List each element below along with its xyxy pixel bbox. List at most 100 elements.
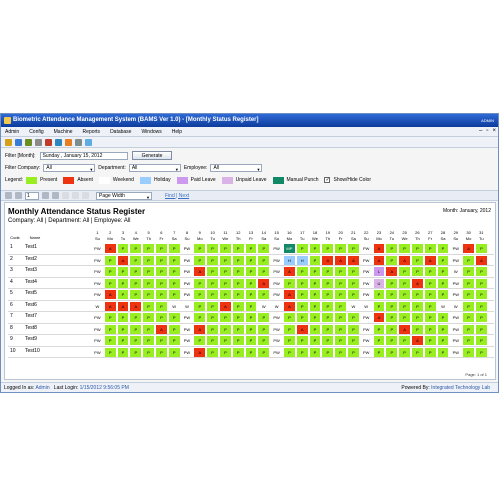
attendance-cell: P: [335, 347, 346, 357]
attendance-cell: P: [220, 244, 231, 253]
menu-machine[interactable]: Machine: [54, 129, 73, 135]
print-icon[interactable]: [45, 138, 52, 146]
attendance-cell: P: [463, 347, 474, 357]
attendance-cell: P: [424, 336, 436, 345]
attendance-cell: P: [168, 347, 180, 357]
minimize-icon[interactable]: –: [479, 128, 482, 134]
attendance-cell: P: [168, 244, 180, 253]
attendance-cell: P: [322, 244, 334, 253]
row-code: 8: [10, 324, 13, 331]
attendance-cell: W: [258, 301, 270, 311]
menu-config[interactable]: Config: [29, 129, 43, 135]
attendance-cell: P: [156, 336, 167, 345]
backup-icon[interactable]: [75, 138, 82, 146]
zoom-select[interactable]: Page Width ▼: [96, 191, 152, 200]
day-header: 13: [248, 230, 254, 235]
print-report-icon[interactable]: [72, 192, 79, 199]
attendance-cell: W: [181, 301, 193, 311]
attendance-cell: P: [399, 267, 410, 276]
attendance-cell: P: [168, 255, 180, 265]
attendance-cell: P: [258, 336, 270, 345]
attendance-cell: P: [117, 313, 129, 322]
attendance-cell: P: [399, 290, 410, 299]
attendance-cell: A: [156, 324, 167, 334]
attendance-cell: PW: [360, 347, 372, 357]
attendance-cell: P: [168, 313, 180, 322]
weekday-header: Mo: [376, 236, 382, 241]
attendance-cell: A: [284, 267, 295, 276]
filter-bar: Filter Company: All ▼ Department: All ▼ Em…: [1, 163, 498, 173]
menu-help[interactable]: Help: [172, 129, 182, 135]
attendance-cell: P: [348, 336, 359, 345]
row-code: 1: [10, 244, 13, 250]
row-name: Test8: [25, 324, 37, 331]
menu-admin[interactable]: Admin: [5, 129, 19, 135]
date-picker[interactable]: Sunday , January 15, 2012: [39, 151, 128, 160]
menu-windows[interactable]: Windows: [141, 129, 161, 135]
save-icon[interactable]: [55, 138, 62, 146]
prev-page-icon[interactable]: [15, 192, 22, 199]
export-icon[interactable]: [82, 192, 89, 199]
last-page-icon[interactable]: [52, 192, 59, 199]
attendance-cell: PW: [92, 255, 103, 265]
find-next-link[interactable]: Find | Next: [165, 193, 189, 199]
powered-label: Powered By:: [401, 385, 430, 391]
attendance-cell: P: [335, 244, 346, 253]
attendance-cell: PW: [92, 324, 103, 334]
zoom-value: Page Width: [99, 192, 125, 199]
company-select[interactable]: All ▼: [43, 164, 96, 172]
attendance-cell: P: [104, 267, 116, 276]
attendance-cell: P: [309, 313, 321, 322]
attendance-cell: P: [117, 290, 129, 299]
attendance-cell: P: [232, 313, 244, 322]
weekday-header: Mo: [465, 236, 472, 241]
machine-icon[interactable]: [25, 138, 32, 146]
row-name: Test4: [25, 278, 37, 285]
attendance-cell: P: [386, 278, 398, 288]
row-code: 10: [10, 347, 16, 354]
restore-icon[interactable]: ▫: [486, 128, 488, 134]
employee-select[interactable]: All ▼: [210, 164, 263, 172]
chevron-down-icon: ▼: [256, 167, 261, 172]
attendance-cell: P: [322, 301, 334, 311]
attendance-cell: P: [399, 313, 410, 322]
powered-value: Integrated Technology Lab: [431, 385, 490, 391]
day-header: 7: [173, 230, 176, 235]
settings-icon[interactable]: [5, 138, 12, 146]
report-icon[interactable]: [35, 138, 42, 146]
attendance-cell: P: [207, 278, 218, 288]
attendance-cell: PW: [450, 347, 462, 357]
attendance-cell: PW: [92, 347, 103, 357]
first-page-icon[interactable]: [5, 192, 12, 199]
users-icon[interactable]: [15, 138, 22, 146]
show-hide-checkbox[interactable]: ✓: [324, 177, 331, 183]
weekday-header: Th: [325, 236, 331, 241]
menu-reports[interactable]: Reports: [83, 129, 101, 135]
report-toolbar: 1 Page Width ▼ Find | Next: [1, 190, 498, 201]
refresh-icon[interactable]: [62, 192, 69, 199]
attendance-cell: P: [168, 290, 180, 299]
close-icon[interactable]: ×: [492, 128, 496, 134]
attendance-cell: P: [348, 290, 359, 299]
generate-button[interactable]: Generate: [131, 151, 173, 160]
attendance-cell: P: [437, 290, 449, 299]
day-header: 18: [312, 230, 318, 235]
attendance-cell: P: [232, 278, 244, 288]
attendance-cell: P: [245, 244, 257, 253]
menu-database[interactable]: Database: [110, 129, 131, 135]
attendance-cell: P: [386, 301, 398, 311]
page-input[interactable]: 1: [25, 191, 39, 200]
attendance-cell: P: [309, 336, 321, 345]
row-divider: [8, 265, 494, 266]
department-select[interactable]: All ▼: [128, 164, 181, 172]
attendance-cell: P: [284, 347, 295, 357]
day-header: 17: [299, 230, 305, 235]
attendance-cell: P: [348, 244, 359, 253]
attendance-cell: P: [207, 336, 218, 345]
attendance-cell: P: [232, 347, 244, 357]
next-page-icon[interactable]: [42, 192, 49, 199]
help-icon[interactable]: [85, 138, 92, 146]
page-count: Page: 1 of 1: [465, 372, 487, 377]
weekday-header: We: [401, 236, 408, 241]
database-icon[interactable]: [65, 138, 72, 146]
